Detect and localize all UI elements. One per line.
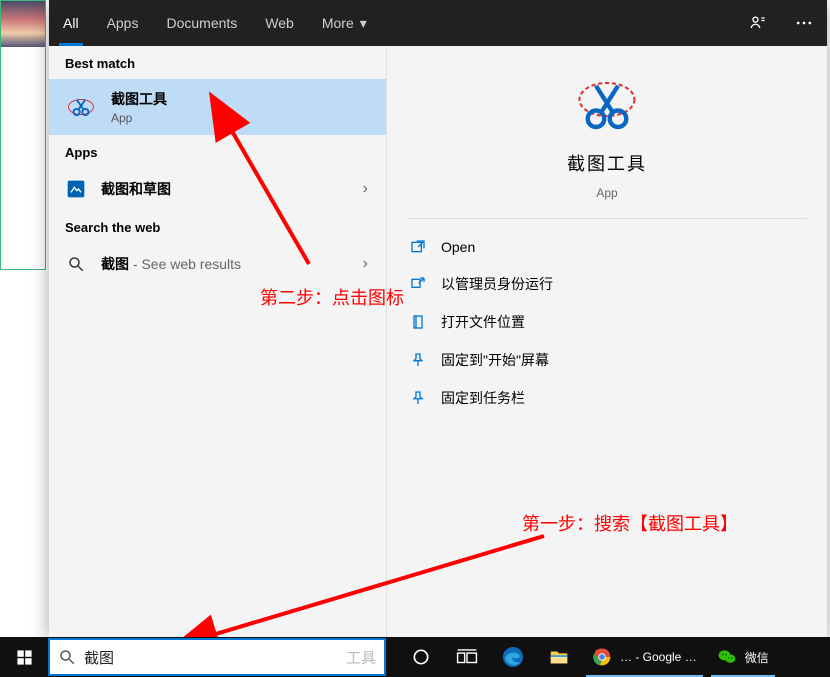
tab-documents-label: Documents [166,15,237,31]
taskbar-explorer[interactable] [536,637,582,677]
tab-documents[interactable]: Documents [152,0,251,46]
pin-taskbar-icon [409,389,427,407]
cortana-button[interactable] [398,637,444,677]
result-web-bold: 截图 [101,256,129,272]
open-icon [409,238,427,256]
taskbar: 工具 … - Google … 微信 [0,637,830,677]
result-web-text: 截图 - See web results [101,254,347,274]
pin-start-icon [409,351,427,369]
tab-web-label: Web [265,15,294,31]
result-best-match[interactable]: 截图工具 App [49,79,386,135]
result-title: 截图工具 [111,89,370,109]
shield-icon [409,275,427,293]
taskbar-chrome[interactable]: … - Google … [582,637,707,677]
background-window [0,0,46,270]
chevron-right-icon[interactable]: › [361,180,370,198]
actions-list: Open 以管理员身份运行 打开文件位置 固定到"开始"屏幕 [387,219,827,427]
task-view-button[interactable] [444,637,490,677]
snipping-tool-icon [65,91,97,123]
taskbar-edge[interactable] [490,637,536,677]
tab-web[interactable]: Web [251,0,308,46]
taskbar-wechat[interactable]: 微信 [707,637,779,677]
folder-icon [409,313,427,331]
taskbar-search[interactable]: 工具 [48,638,386,676]
tab-all[interactable]: All [49,0,93,46]
taskbar-chrome-label: … - Google … [620,650,697,664]
action-open-location[interactable]: 打开文件位置 [395,303,819,341]
tab-all-label: All [63,15,79,31]
results-column: Best match 截图工具 App Apps [49,46,387,637]
search-ghost-text: 工具 [346,647,376,668]
taskbar-wechat-label: 微信 [745,649,769,666]
action-run-admin[interactable]: 以管理员身份运行 [395,265,819,303]
preview-title: 截图工具 [567,150,647,176]
tab-apps-label: Apps [107,15,139,31]
preview-subtitle: App [596,186,617,200]
result-subtitle: App [111,111,370,125]
action-open[interactable]: Open [395,229,819,265]
result-title: 截图和草图 [101,179,347,199]
search-input[interactable] [84,649,342,666]
result-title-bold: 截图和草图 [101,181,171,197]
chevron-right-icon[interactable]: › [361,255,370,273]
action-label: 固定到"开始"屏幕 [441,350,549,370]
ellipsis-icon[interactable] [781,0,827,46]
action-label: Open [441,239,475,255]
action-pin-start[interactable]: 固定到"开始"屏幕 [395,341,819,379]
preview-pane: 截图工具 App Open 以管理员身份运行 打开文件位置 [387,46,827,637]
chevron-down-icon: ▾ [360,15,367,32]
result-web-search[interactable]: 截图 - See web results › [49,243,386,285]
action-label: 以管理员身份运行 [441,274,553,294]
tab-more-label: More [322,15,354,31]
section-best-match: Best match [49,46,386,79]
search-flyout: All Apps Documents Web More ▾ Best match [49,0,827,637]
snip-sketch-icon [65,178,87,200]
section-apps: Apps [49,135,386,168]
result-web-suffix: - See web results [129,256,241,272]
search-icon [58,648,76,666]
search-icon [65,253,87,275]
tab-apps[interactable]: Apps [93,0,153,46]
feedback-icon[interactable] [735,0,781,46]
section-search-web: Search the web [49,210,386,243]
snipping-tool-icon-large [572,70,642,140]
result-snip-sketch[interactable]: 截图和草图 › [49,168,386,210]
tab-more[interactable]: More ▾ [308,0,381,46]
action-pin-taskbar[interactable]: 固定到任务栏 [395,379,819,417]
start-button[interactable] [0,637,48,677]
action-label: 打开文件位置 [441,312,525,332]
action-label: 固定到任务栏 [441,388,525,408]
background-photo [1,1,45,47]
search-tabs: All Apps Documents Web More ▾ [49,0,827,46]
